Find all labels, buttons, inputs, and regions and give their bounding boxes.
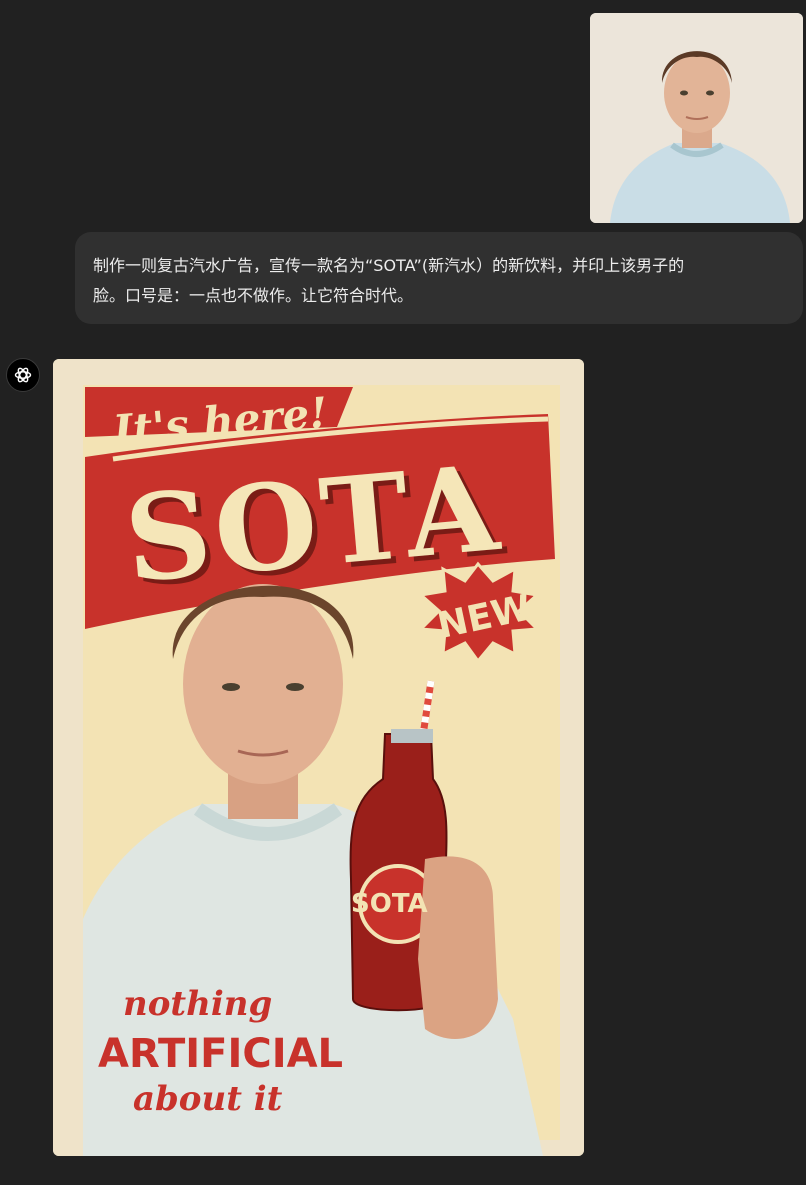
bottle-label-text: SOTA [351, 889, 428, 919]
generated-poster-image[interactable]: It's here! SOTA NEW! SOTA nothing ARTIFI… [53, 359, 584, 1156]
assistant-avatar [6, 358, 40, 392]
user-uploaded-photo[interactable] [590, 13, 803, 223]
user-message-bubble: 制作一则复古汽水广告，宣传一款名为“SOTA”(新汽水）的新饮料，并印上该男子的… [75, 232, 803, 324]
slogan-line-3: about it [133, 1079, 283, 1119]
slogan-line-2: ARTIFICIAL [98, 1031, 344, 1077]
portrait-image [590, 13, 803, 223]
user-message-line-1: 制作一则复古汽水广告，宣传一款名为“SOTA”(新汽水）的新饮料，并印上该男子的 [93, 256, 685, 275]
openai-logo-icon [14, 367, 32, 383]
user-message-line-2: 脸。口号是：一点也不做作。让它符合时代。 [93, 286, 414, 305]
slogan-line-1: nothing [123, 984, 273, 1024]
